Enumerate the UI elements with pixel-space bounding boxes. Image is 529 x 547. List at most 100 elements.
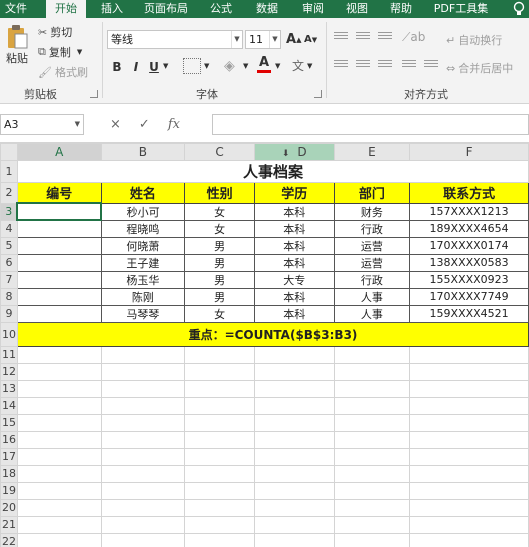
column-header-e[interactable]: E bbox=[333, 143, 411, 161]
empty-cell[interactable] bbox=[184, 498, 255, 517]
header-cell[interactable]: 性别 bbox=[184, 182, 255, 204]
empty-cell[interactable] bbox=[409, 396, 529, 415]
chevron-down-icon[interactable]: ▼ bbox=[243, 62, 248, 70]
tab-insert[interactable]: 插入 bbox=[96, 0, 128, 18]
table-cell[interactable]: 运营 bbox=[333, 236, 411, 255]
column-header-b[interactable]: B bbox=[100, 143, 186, 161]
column-header-d[interactable]: ⬇ D bbox=[253, 143, 335, 161]
empty-cell[interactable] bbox=[253, 498, 335, 517]
table-cell[interactable]: 男 bbox=[184, 253, 255, 272]
empty-cell[interactable] bbox=[16, 464, 102, 483]
empty-cell[interactable] bbox=[253, 532, 335, 547]
select-all-corner[interactable] bbox=[0, 143, 18, 161]
table-cell[interactable]: 行政 bbox=[333, 219, 411, 238]
cut-button[interactable]: ✂ 剪切 bbox=[38, 24, 72, 40]
font-size-select[interactable]: 11 ▼ bbox=[245, 30, 281, 49]
table-cell[interactable]: 行政 bbox=[333, 270, 411, 289]
table-cell[interactable]: 本科 bbox=[253, 219, 335, 238]
grow-font-button[interactable]: A ▲ bbox=[286, 32, 301, 47]
table-cell[interactable]: 秒小可 bbox=[100, 202, 186, 221]
empty-cell[interactable] bbox=[16, 430, 102, 449]
row-header[interactable]: 7 bbox=[0, 270, 18, 289]
name-box[interactable]: A3 ▼ bbox=[0, 114, 84, 135]
table-cell[interactable]: 王子建 bbox=[100, 253, 186, 272]
table-cell[interactable]: 男 bbox=[184, 287, 255, 306]
insert-function-icon[interactable]: fx bbox=[168, 117, 180, 132]
empty-cell[interactable] bbox=[253, 362, 335, 381]
empty-cell[interactable] bbox=[184, 379, 255, 398]
fill-color-icon[interactable]: ◈ bbox=[224, 58, 235, 74]
empty-cell[interactable] bbox=[184, 345, 255, 364]
table-cell[interactable] bbox=[16, 253, 102, 272]
empty-cell[interactable] bbox=[184, 413, 255, 432]
table-cell[interactable] bbox=[16, 219, 102, 238]
clipboard-launcher-icon[interactable] bbox=[90, 90, 98, 98]
empty-cell[interactable] bbox=[16, 515, 102, 534]
tab-pdf-tools[interactable]: PDF工具集 bbox=[428, 0, 494, 18]
table-cell[interactable]: 程晓鸣 bbox=[100, 219, 186, 238]
chevron-down-icon[interactable]: ▼ bbox=[204, 62, 209, 70]
table-cell[interactable]: 女 bbox=[184, 304, 255, 323]
merge-center-button[interactable]: ⇔ 合并后居中 bbox=[446, 60, 513, 76]
table-cell[interactable]: 陈刚 bbox=[100, 287, 186, 306]
empty-cell[interactable] bbox=[16, 413, 102, 432]
empty-cell[interactable] bbox=[333, 532, 411, 547]
chevron-down-icon[interactable]: ▼ bbox=[307, 62, 312, 70]
cancel-icon[interactable]: × bbox=[110, 117, 121, 132]
empty-cell[interactable] bbox=[16, 447, 102, 466]
empty-cell[interactable] bbox=[333, 413, 411, 432]
row-header[interactable]: 15 bbox=[0, 413, 18, 432]
orientation-icon[interactable]: ⟋ab bbox=[402, 30, 425, 45]
row-header[interactable]: 5 bbox=[0, 236, 18, 255]
row-header[interactable]: 10 bbox=[0, 321, 18, 347]
paste-button[interactable]: 粘贴 bbox=[5, 24, 29, 66]
table-cell[interactable]: 人事 bbox=[333, 287, 411, 306]
bold-button[interactable]: B bbox=[109, 58, 125, 76]
table-cell[interactable]: 本科 bbox=[253, 287, 335, 306]
align-center-icon[interactable] bbox=[356, 60, 370, 72]
empty-cell[interactable] bbox=[16, 498, 102, 517]
empty-cell[interactable] bbox=[253, 464, 335, 483]
empty-cell[interactable] bbox=[333, 498, 411, 517]
empty-cell[interactable] bbox=[184, 362, 255, 381]
column-header-f[interactable]: F bbox=[409, 143, 529, 161]
table-cell[interactable]: 本科 bbox=[253, 253, 335, 272]
table-cell[interactable]: 财务 bbox=[333, 202, 411, 221]
empty-cell[interactable] bbox=[409, 532, 529, 547]
empty-cell[interactable] bbox=[100, 379, 186, 398]
empty-cell[interactable] bbox=[16, 362, 102, 381]
align-top-icon[interactable] bbox=[334, 32, 348, 44]
enter-icon[interactable]: ✓ bbox=[139, 117, 150, 132]
empty-cell[interactable] bbox=[333, 396, 411, 415]
empty-cell[interactable] bbox=[184, 532, 255, 547]
table-cell[interactable]: 运营 bbox=[333, 253, 411, 272]
header-cell[interactable]: 联系方式 bbox=[409, 182, 529, 204]
table-cell[interactable]: 本科 bbox=[253, 202, 335, 221]
empty-cell[interactable] bbox=[409, 413, 529, 432]
tab-formulas[interactable]: 公式 bbox=[206, 0, 236, 18]
active-cell[interactable] bbox=[16, 202, 103, 221]
column-header-c[interactable]: C bbox=[184, 143, 255, 161]
row-header[interactable]: 3 bbox=[0, 202, 18, 221]
table-cell[interactable]: 人事 bbox=[333, 304, 411, 323]
empty-cell[interactable] bbox=[253, 515, 335, 534]
row-header[interactable]: 21 bbox=[0, 515, 18, 534]
table-cell[interactable] bbox=[16, 304, 102, 323]
empty-cell[interactable] bbox=[333, 362, 411, 381]
table-cell[interactable]: 马琴琴 bbox=[100, 304, 186, 323]
table-cell[interactable]: 157XXXX1213 bbox=[409, 202, 529, 221]
table-cell[interactable]: 男 bbox=[184, 236, 255, 255]
empty-cell[interactable] bbox=[333, 430, 411, 449]
empty-cell[interactable] bbox=[409, 464, 529, 483]
row-header[interactable]: 20 bbox=[0, 498, 18, 517]
empty-cell[interactable] bbox=[184, 481, 255, 500]
row-header[interactable]: 22 bbox=[0, 532, 18, 547]
row-header[interactable]: 1 bbox=[0, 160, 18, 183]
shrink-font-button[interactable]: A ▼ bbox=[304, 34, 317, 45]
empty-cell[interactable] bbox=[409, 430, 529, 449]
row-header[interactable]: 12 bbox=[0, 362, 18, 381]
empty-cell[interactable] bbox=[16, 532, 102, 547]
tab-help[interactable]: 帮助 bbox=[386, 0, 416, 18]
empty-cell[interactable] bbox=[409, 515, 529, 534]
empty-cell[interactable] bbox=[333, 447, 411, 466]
